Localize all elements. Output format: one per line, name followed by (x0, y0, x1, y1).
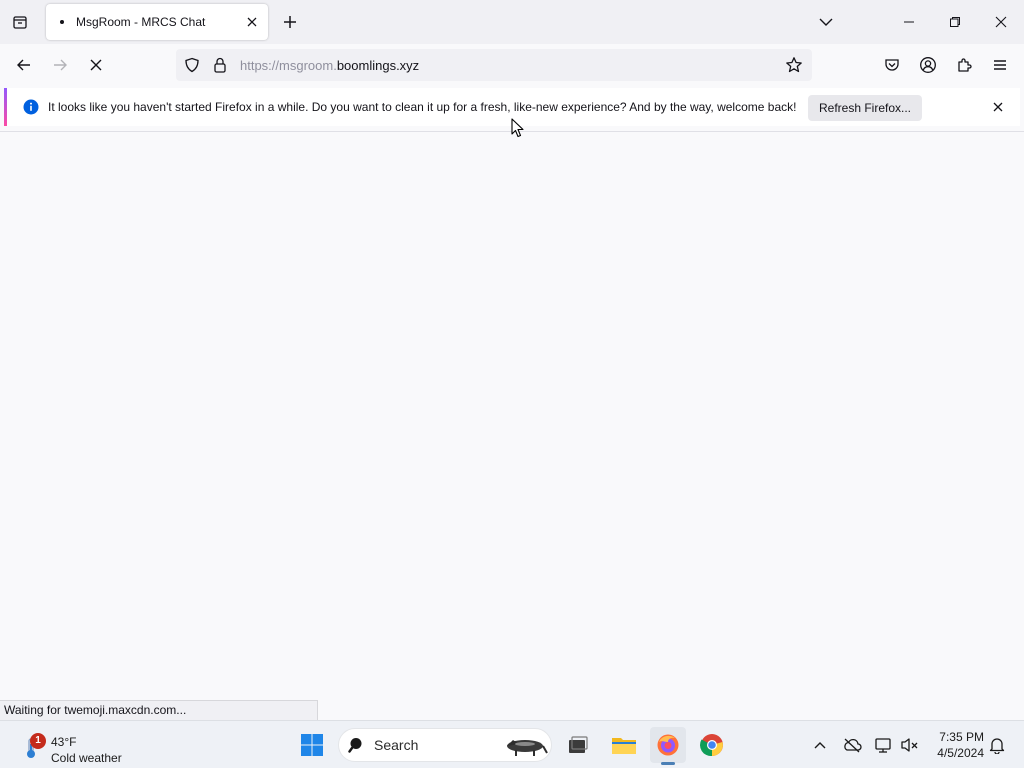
firefox-icon[interactable] (650, 727, 686, 763)
url-host: boomlings.xyz (336, 57, 420, 73)
notification-bell-icon[interactable] (983, 731, 1011, 759)
network-icon[interactable] (870, 731, 898, 759)
weather-condition: Cold weather (51, 751, 122, 765)
weather-badge: 1 (30, 733, 46, 749)
tabs-dropdown-icon[interactable] (814, 10, 838, 34)
mouse-cursor-icon (511, 118, 525, 138)
task-view-icon[interactable] (560, 727, 596, 763)
account-icon[interactable] (914, 51, 942, 79)
search-label: Search (374, 737, 419, 753)
new-tab-icon[interactable] (278, 10, 302, 34)
url-scheme: https://msgroom. (240, 57, 337, 73)
file-explorer-icon[interactable] (606, 727, 642, 763)
menu-icon[interactable] (986, 51, 1014, 79)
clock-date: 4/5/2024 (937, 746, 984, 760)
page-loading-icon (54, 14, 70, 30)
back-icon[interactable] (10, 51, 38, 79)
stop-icon[interactable] (82, 51, 110, 79)
shield-icon[interactable] (180, 53, 204, 77)
tab-close-icon[interactable] (240, 10, 264, 34)
forward-icon[interactable] (46, 51, 74, 79)
extensions-icon[interactable] (950, 51, 978, 79)
search-highlight-image (501, 731, 549, 759)
onedrive-icon[interactable] (838, 731, 866, 759)
firefox-active-indicator (661, 762, 675, 765)
taskbar-search[interactable]: Search (338, 728, 552, 762)
notification-message: It looks like you haven't started Firefo… (48, 100, 797, 114)
page-content[interactable] (0, 132, 1024, 720)
search-icon (347, 735, 367, 755)
tab-list-icon[interactable] (8, 10, 32, 34)
minimize-icon[interactable] (886, 0, 932, 44)
clock-time: 7:35 PM (939, 730, 984, 744)
chevron-up-icon[interactable] (806, 731, 834, 759)
weather-temp: 43°F (51, 735, 77, 749)
restore-icon[interactable] (932, 0, 978, 44)
status-panel: Waiting for twemoji.maxcdn.com... (0, 700, 318, 720)
chrome-icon[interactable] (694, 727, 730, 763)
pocket-icon[interactable] (878, 51, 906, 79)
lock-icon[interactable] (208, 53, 232, 77)
refresh-firefox-button[interactable]: Refresh Firefox... (808, 95, 922, 121)
info-icon (23, 99, 39, 115)
url-text[interactable]: https://msgroom.boomlings.xyz (240, 58, 782, 73)
window-close-icon[interactable] (978, 0, 1024, 44)
tab-strip: MsgRoom - MRCS Chat (0, 0, 1024, 44)
tab-title: MsgRoom - MRCS Chat (76, 15, 206, 29)
url-bar[interactable]: https://msgroom.boomlings.xyz (176, 49, 812, 81)
windows-start-icon[interactable] (294, 727, 330, 763)
navigation-toolbar: https://msgroom.boomlings.xyz (0, 44, 1024, 86)
bookmark-star-icon[interactable] (782, 53, 806, 77)
volume-icon[interactable] (896, 731, 924, 759)
weather-widget[interactable]: 1 43°F Cold weather (18, 727, 148, 765)
tab-msgroom[interactable]: MsgRoom - MRCS Chat (46, 4, 268, 40)
windows-taskbar: 1 43°F Cold weather Search 7:35 PM 4/5/2… (0, 720, 1024, 768)
system-clock[interactable]: 7:35 PM 4/5/2024 (922, 729, 984, 761)
notification-close-icon[interactable] (987, 96, 1009, 118)
